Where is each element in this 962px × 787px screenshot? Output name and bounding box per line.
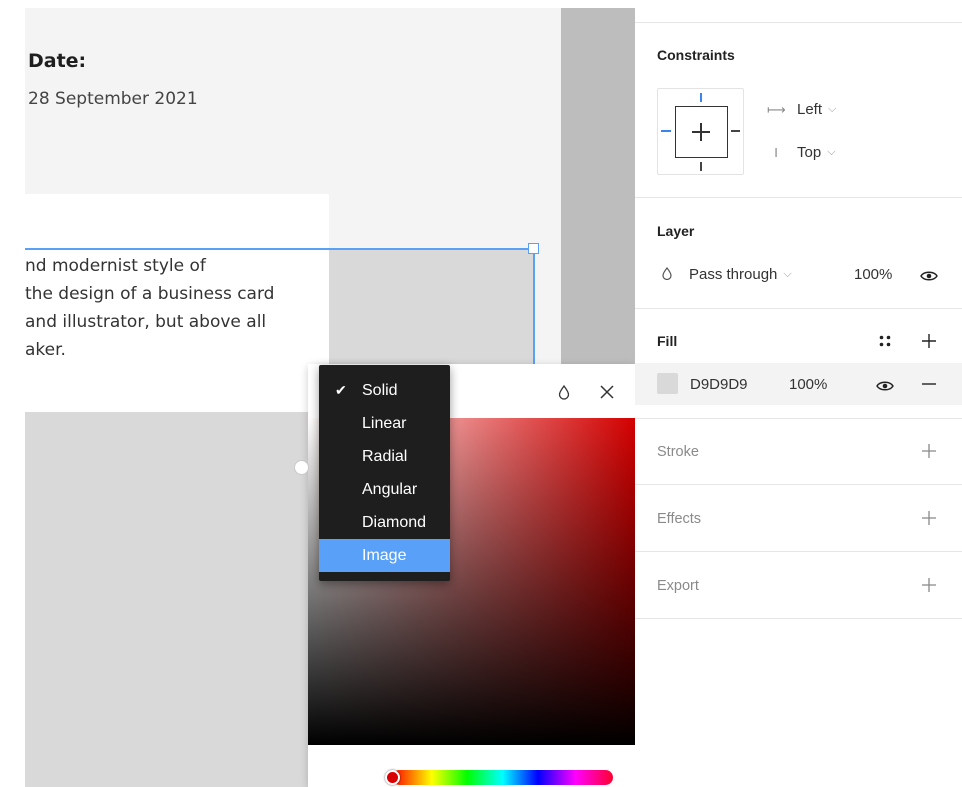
constraint-top-toggle[interactable] [700,93,702,102]
blend-mode-icon [662,267,672,285]
add-stroke-button[interactable] [919,441,939,461]
constraints-title: Constraints [657,47,735,63]
remove-fill-button[interactable] [919,374,939,394]
check-icon: ✔ [335,382,347,398]
paragraph-line: aker. [25,340,66,360]
fill-color-swatch[interactable] [657,373,678,394]
horizontal-constraint-dropdown[interactable]: ⟼ Left ⌵ [767,101,836,118]
blend-mode-dropdown[interactable]: Pass through ⌵ [689,266,792,283]
export-title: Export [657,578,699,594]
paragraph-text[interactable]: nd modernist style of the design of a bu… [25,252,274,364]
section-divider [635,618,962,619]
horizontal-constraint-value: Left [797,101,823,118]
resize-handle[interactable] [528,243,539,254]
add-fill-button[interactable] [919,331,939,351]
fill-opacity[interactable]: 100% [789,376,827,393]
paragraph-line: and illustrator, but above all [25,312,267,332]
paragraph-line: the design of a business card [25,284,275,304]
blend-mode-value: Pass through [689,266,778,283]
eye-icon[interactable] [876,379,894,391]
eye-icon[interactable] [920,269,938,281]
hue-slider-knob[interactable] [385,770,400,785]
fill-hex-value[interactable]: D9D9D9 [690,376,748,393]
menu-item-diamond[interactable]: Diamond [319,506,450,539]
add-effect-button[interactable] [919,508,939,528]
properties-panel: Constraints ⟼ Left ⌵ I Top ⌵ Layer Pass … [635,0,962,787]
selection-outline-right [533,248,535,368]
menu-item-label: Angular [362,481,418,498]
vertical-constraint-dropdown[interactable]: I Top ⌵ [767,144,836,161]
date-label: Date: [28,50,87,72]
constraint-right-toggle[interactable] [731,130,740,132]
close-icon[interactable] [596,381,618,403]
menu-item-solid[interactable]: ✔ Solid [319,374,450,407]
menu-item-label: Linear [362,415,407,432]
styles-grid-icon[interactable] [875,331,895,351]
vertical-constraint-value: Top [797,144,822,161]
section-divider [635,551,962,552]
section-divider [635,308,962,309]
chevron-down-icon: ⌵ [783,268,792,280]
design-canvas[interactable]: Date: 28 September 2021 nd modernist sty… [0,0,635,787]
selection-outline-top [25,248,535,250]
eyedropper-icon[interactable] [555,383,573,401]
section-divider [635,418,962,419]
menu-item-label: Radial [362,448,408,465]
menu-item-label: Solid [362,382,398,399]
layer-title: Layer [657,223,695,239]
add-export-button[interactable] [919,575,939,595]
paragraph-line: nd modernist style of [25,256,206,276]
effects-title: Effects [657,511,702,527]
fill-type-menu: ✔ Solid Linear Radial Angular Diamond Im… [319,365,450,581]
layer-opacity[interactable]: 100% [854,266,892,283]
menu-item-image[interactable]: Image [319,539,450,572]
section-divider [635,22,962,23]
menu-item-label: Diamond [362,514,427,531]
chevron-down-icon: ⌵ [828,103,837,115]
vertical-constraint-icon: I [774,145,778,160]
constraint-left-toggle[interactable] [661,130,671,132]
constraint-center-plus-v [700,123,702,141]
horizontal-constraint-icon: ⟼ [767,101,786,117]
constraint-bottom-toggle[interactable] [700,162,702,171]
section-divider [635,197,962,198]
stroke-title: Stroke [657,444,699,460]
hue-slider[interactable] [392,770,613,785]
fill-title: Fill [657,333,678,349]
menu-item-label: Image [362,547,407,564]
constraint-center-box [675,106,728,158]
chevron-down-icon: ⌵ [827,146,836,158]
date-value: 28 September 2021 [28,89,198,109]
color-picker-anchor-knob[interactable] [294,460,309,475]
menu-item-angular[interactable]: Angular [319,473,450,506]
constraints-widget[interactable] [657,88,744,175]
menu-item-linear[interactable]: Linear [319,407,450,440]
section-divider [635,484,962,485]
menu-item-radial[interactable]: Radial [319,440,450,473]
